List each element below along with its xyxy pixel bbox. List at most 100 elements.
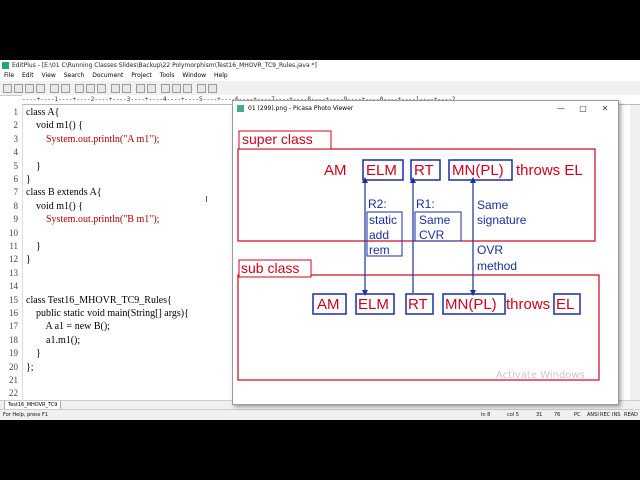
ovr-line1: OVR (477, 243, 503, 257)
cut-icon[interactable] (75, 84, 84, 93)
r1-heading: R1: (416, 197, 435, 211)
vertical-scrollbar[interactable] (630, 105, 640, 400)
r2-static: static (369, 213, 397, 227)
status-count-2: 76 (554, 412, 561, 418)
save-all-icon[interactable] (36, 84, 45, 93)
menu-project[interactable]: Project (131, 71, 152, 81)
code-line: a1.m1(); (26, 334, 81, 346)
sub-class-label: sub class (241, 260, 299, 276)
menu-document[interactable]: Document (92, 71, 123, 81)
code-line: } (26, 254, 31, 266)
code-line: void m1() { (26, 200, 84, 212)
activate-windows-watermark: Activate Windows (496, 370, 585, 381)
r2-add: add (369, 228, 389, 242)
open-file-icon[interactable] (14, 84, 23, 93)
viewer-titlebar: 01 (299).png - Picasa Photo Viewer — □ ✕ (233, 101, 618, 116)
code-line: } (26, 174, 31, 185)
line-number: 2 (13, 120, 19, 131)
paste-icon[interactable] (97, 84, 106, 93)
sub-throws: throws (506, 296, 550, 313)
sub-class-box (237, 274, 600, 381)
print-preview-icon[interactable] (61, 84, 70, 93)
status-rec: REC (600, 412, 611, 418)
close-button[interactable]: ✕ (595, 101, 615, 116)
code-line: class A{ (26, 107, 60, 118)
menu-edit[interactable]: Edit (22, 71, 34, 81)
code-line: }; (26, 361, 34, 373)
line-number: 4 (13, 147, 19, 158)
r1-same: Same (419, 213, 451, 227)
code-line: A a1 = new B(); (26, 321, 110, 333)
super-class-label: super class (242, 131, 313, 147)
menu-help[interactable]: Help (214, 71, 228, 81)
maximize-button[interactable]: □ (573, 101, 593, 116)
sub-mn-pl: MN(PL) (445, 296, 497, 313)
line-number: 12 (9, 254, 18, 265)
word-wrap-icon[interactable] (161, 84, 170, 93)
save-icon[interactable] (25, 84, 34, 93)
r1-cvr: CVR (419, 228, 445, 242)
line-number: 18 (9, 334, 18, 345)
ruler-icon[interactable] (172, 84, 181, 93)
line-number: 10 (9, 227, 18, 238)
undo-icon[interactable] (136, 84, 145, 93)
line-number: 22 (9, 388, 18, 399)
line-number: 15 (9, 294, 18, 305)
line-number: 13 (9, 267, 18, 278)
line-number: 20 (9, 361, 18, 372)
status-ansi: ANSI (587, 412, 599, 418)
line-number: 5 (13, 160, 19, 171)
picasa-photo-viewer-window: 01 (299).png - Picasa Photo Viewer — □ ✕… (232, 100, 619, 405)
menu-view[interactable]: View (42, 71, 56, 81)
line-number: 7 (13, 187, 19, 198)
line-number: 1 (13, 107, 19, 117)
same-signature-line2: signature (477, 213, 527, 227)
line-number: 9 (13, 214, 19, 225)
code-line: } (26, 241, 41, 252)
code-line: System.out.println("B m1"); (26, 214, 159, 225)
find-icon[interactable] (111, 84, 120, 93)
line-number: 14 (9, 281, 18, 292)
status-help: For Help, press F1 (3, 412, 49, 418)
code-line: } (26, 348, 41, 360)
menu-search[interactable]: Search (64, 71, 85, 81)
code-line: public static void main(String[] args){ (26, 308, 189, 319)
super-mn-pl: MN(PL) (452, 162, 504, 179)
run-icon[interactable] (208, 84, 217, 93)
slide-image: super class sub class AM ELM RT MN(PL) t… (237, 130, 600, 381)
line-number-icon[interactable] (183, 84, 192, 93)
menu-bar: File Edit View Search Document Project T… (0, 71, 640, 81)
super-throws-el: throws EL (516, 162, 583, 179)
println-statement: System.out.println("A m1"); (46, 133, 160, 145)
status-col: col 5 (507, 412, 519, 418)
print-icon[interactable] (50, 84, 59, 93)
new-file-icon[interactable] (3, 84, 12, 93)
viewer-title: 01 (299).png - Picasa Photo Viewer (248, 105, 354, 112)
super-elm: ELM (366, 162, 397, 179)
replace-icon[interactable] (122, 84, 131, 93)
super-am: AM (324, 162, 347, 179)
r2-heading: R2: (368, 197, 387, 211)
code-line: class B extends A{ (26, 187, 102, 199)
redo-icon[interactable] (147, 84, 156, 93)
status-line: ln 8 (481, 412, 491, 418)
ovr-line2: method (477, 259, 517, 273)
code-line: } (26, 160, 41, 172)
super-rt: RT (414, 162, 434, 179)
code-line: class Test16_MHOVR_TC9_Rules{ (26, 294, 172, 306)
code-editor[interactable]: class A{ void m1() { System.out.println(… (26, 105, 231, 400)
minimize-button[interactable]: — (551, 101, 571, 116)
line-number: 3 (13, 133, 19, 144)
line-number: 11 (9, 241, 18, 251)
browser-icon[interactable] (197, 84, 206, 93)
status-read: READ (624, 412, 638, 418)
editor-title: EditPlus - [E:\01 C\Running Classes Slid… (12, 62, 317, 69)
menu-tools[interactable]: Tools (160, 71, 175, 81)
sub-elm: ELM (358, 296, 389, 313)
menu-file[interactable]: File (4, 71, 14, 81)
same-signature-line1: Same (477, 198, 509, 212)
copy-icon[interactable] (86, 84, 95, 93)
menu-window[interactable]: Window (182, 71, 206, 81)
toolbar (0, 81, 640, 96)
line-number: 8 (13, 200, 19, 211)
